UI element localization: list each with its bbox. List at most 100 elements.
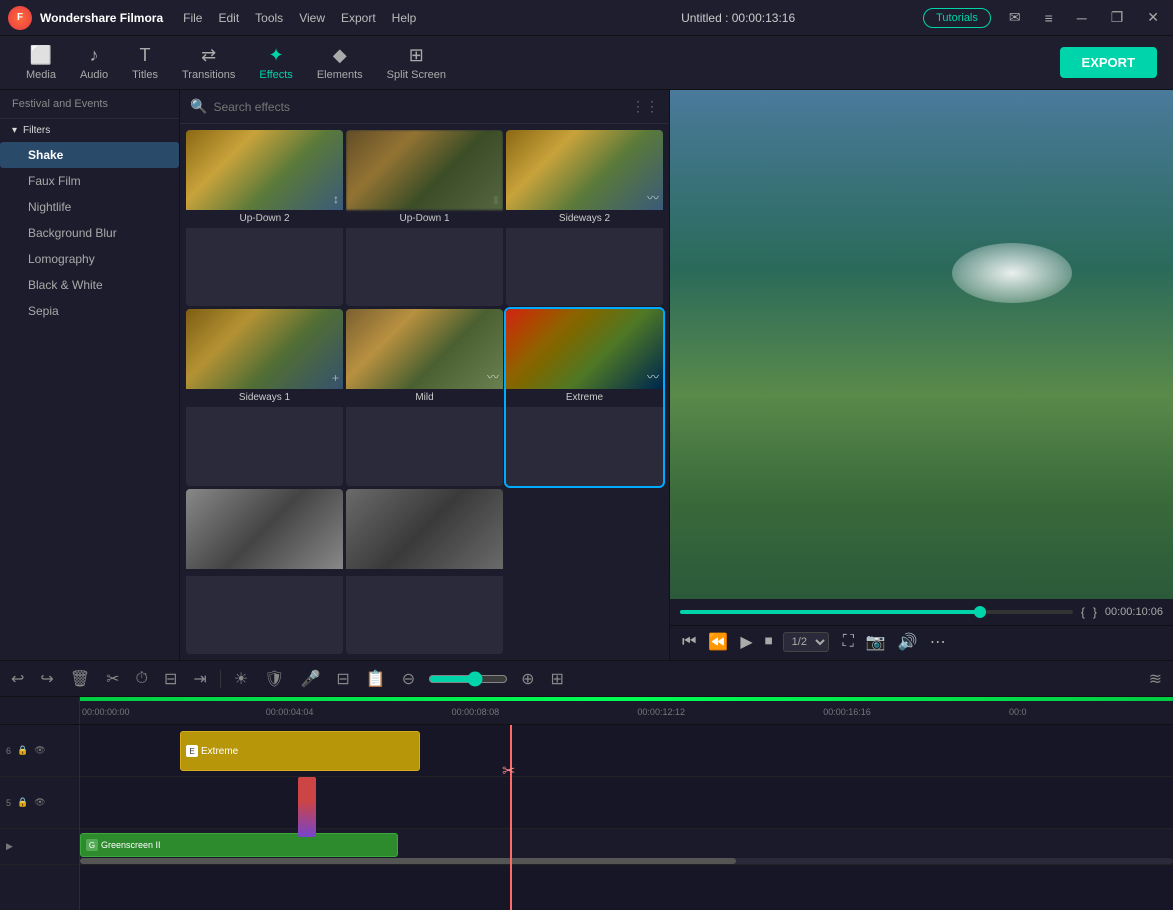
track-5-lock[interactable]: 🔒 xyxy=(17,797,28,808)
track-6-eye[interactable]: 👁 xyxy=(34,745,45,756)
sidebar-item-lomography[interactable]: Lomography xyxy=(0,246,179,272)
timeline-ruler: 00:00:00:00 00:00:04:04 00:00:08:08 00:0… xyxy=(80,697,1173,724)
effect-updown2[interactable]: ↕ Up-Down 2 xyxy=(186,130,343,306)
menu-view[interactable]: View xyxy=(299,11,325,25)
toolbar-audio-label: Audio xyxy=(80,69,108,81)
track-5-eye[interactable]: 👁 xyxy=(34,797,45,808)
stop-button[interactable]: ⏹ xyxy=(763,631,775,653)
screenshot-button[interactable]: 📷 xyxy=(864,630,888,654)
mic-icon[interactable]: 🎤 xyxy=(297,666,323,692)
menu-file[interactable]: File xyxy=(183,11,202,25)
minus-icon[interactable]: ⊖ xyxy=(399,666,418,692)
festival-events-section[interactable]: Festival and Events xyxy=(0,90,179,119)
sidebar-item-background-blur[interactable]: Background Blur xyxy=(0,220,179,246)
sidebar-item-sepia[interactable]: Sepia xyxy=(0,298,179,324)
undo-button[interactable]: ↩ xyxy=(8,666,27,692)
effect-extra1[interactable] xyxy=(186,489,343,654)
track-label-6: 6 🔒 👁 xyxy=(0,725,79,777)
quality-select[interactable]: 1/2 xyxy=(783,632,829,652)
mail-icon[interactable]: ✉ xyxy=(1003,7,1027,28)
preview-panel: { } 00:00:10:06 ⏮ ⏪ ▶ ⏹ 1/2 ⛶ 📷 🔊 ⋯ xyxy=(670,90,1173,660)
effect-sideways1[interactable]: + Sideways 1 xyxy=(186,309,343,485)
preview-cloud xyxy=(952,243,1072,303)
sidebar-item-faux-film[interactable]: Faux Film xyxy=(0,168,179,194)
ruler-label-5: 00:0 xyxy=(1009,707,1027,717)
layers-icon[interactable]: 📋 xyxy=(363,666,389,692)
hamburger-icon[interactable]: ≡ xyxy=(1039,8,1059,28)
delete-button[interactable]: 🗑 xyxy=(67,666,93,692)
toolbar-titles[interactable]: T Titles xyxy=(122,41,168,85)
toolbar-transitions[interactable]: ⇄ Transitions xyxy=(172,41,245,85)
track-label-5: 5 🔒 👁 xyxy=(0,777,79,829)
sepia-label: Sepia xyxy=(28,304,59,318)
toolbar-effects[interactable]: ✦ Effects xyxy=(249,41,302,85)
sidebar-item-nightlife[interactable]: Nightlife xyxy=(0,194,179,220)
fit-icon[interactable]: ⊞ xyxy=(548,666,567,692)
cut-button[interactable]: ✂ xyxy=(103,666,122,692)
transitions-icon: ⇄ xyxy=(201,45,216,66)
adjustments-button[interactable]: ⊟ xyxy=(161,666,180,692)
effect-extra2[interactable] xyxy=(346,489,503,654)
clip-green-label: Greenscreen II xyxy=(101,840,161,850)
shake-label: Shake xyxy=(28,148,63,162)
toolbar-elements[interactable]: ◆ Elements xyxy=(307,41,373,85)
effect-extra2-label xyxy=(346,569,503,576)
grid-view-icon[interactable]: ⋮⋮ xyxy=(631,98,659,115)
clip-green[interactable]: G Greenscreen II xyxy=(80,833,398,857)
effect-mild[interactable]: 〰 Mild xyxy=(346,309,503,485)
window-controls: Tutorials ✉ ≡ ─ ❐ ✕ xyxy=(923,7,1165,28)
effect-updown1-label: Up-Down 1 xyxy=(346,210,503,228)
zoom-slider[interactable] xyxy=(428,671,508,687)
clip-extreme[interactable]: E Extreme xyxy=(180,731,420,771)
close-button[interactable]: ✕ xyxy=(1141,7,1165,28)
ripple-button[interactable]: ⇥ xyxy=(190,666,209,692)
toolbar-titles-label: Titles xyxy=(132,69,158,81)
media-icon: ⬜ xyxy=(30,45,52,66)
caption-icon[interactable]: ⊟ xyxy=(333,666,352,692)
plus-icon[interactable]: ⊕ xyxy=(518,666,537,692)
step-back-button[interactable]: ⏮ xyxy=(680,631,698,653)
effect-sideways2[interactable]: 〰 Sideways 2 xyxy=(506,130,663,306)
shield-icon[interactable]: 🛡 xyxy=(261,666,287,692)
menu-help[interactable]: Help xyxy=(392,11,417,25)
ruler-label-3: 00:00:12:12 xyxy=(637,707,685,717)
playhead-line xyxy=(510,725,512,910)
redo-button[interactable]: ↪ xyxy=(37,666,56,692)
sun-icon[interactable]: ☀ xyxy=(231,666,251,692)
ruler-label-0: 00:00:00:00 xyxy=(82,707,130,717)
menu-export[interactable]: Export xyxy=(341,11,376,25)
fullscreen-button[interactable]: ⛶ xyxy=(841,631,856,653)
preview-progress-thumb[interactable] xyxy=(974,606,986,618)
search-input[interactable] xyxy=(213,100,625,114)
sidebar-item-shake[interactable]: Shake xyxy=(0,142,179,168)
effect-updown1[interactable]: ↕ Up-Down 1 xyxy=(346,130,503,306)
effect-extra1-label xyxy=(186,569,343,576)
restore-button[interactable]: ❐ xyxy=(1105,7,1130,28)
toolbar-splitscreen[interactable]: ⊞ Split Screen xyxy=(377,41,456,85)
waveform-icon[interactable]: ≋ xyxy=(1146,666,1165,692)
minimize-button[interactable]: ─ xyxy=(1071,8,1093,28)
bracket-end[interactable]: } xyxy=(1093,605,1097,619)
menu-tools[interactable]: Tools xyxy=(255,11,283,25)
menu-edit[interactable]: Edit xyxy=(218,11,239,25)
filters-chevron: ▾ xyxy=(12,125,17,136)
play-back-button[interactable]: ⏪ xyxy=(706,630,730,654)
sidebar-item-black-white[interactable]: Black & White xyxy=(0,272,179,298)
effect-extreme[interactable]: 〰 Extreme xyxy=(506,309,663,485)
track-6-lock[interactable]: 🔒 xyxy=(17,745,28,756)
tutorials-button[interactable]: Tutorials xyxy=(923,8,991,28)
clip-green-icon: G xyxy=(86,839,98,851)
settings-button[interactable]: ⋯ xyxy=(928,630,948,654)
toolbar-media[interactable]: ⬜ Media xyxy=(16,41,66,85)
copy-button[interactable]: ⏱ xyxy=(133,667,151,691)
green-scrollbar-thumb[interactable] xyxy=(80,858,736,864)
volume-button[interactable]: 🔊 xyxy=(896,630,920,654)
play-button[interactable]: ▶ xyxy=(738,630,754,654)
export-button[interactable]: EXPORT xyxy=(1060,47,1157,78)
bracket-start[interactable]: { xyxy=(1081,605,1085,619)
filters-header[interactable]: ▾ Filters xyxy=(0,119,179,142)
preview-progress-bar[interactable] xyxy=(680,610,1073,614)
timeline-row-main: G Greenscreen II xyxy=(80,829,1173,865)
clip-purple xyxy=(298,777,316,837)
toolbar-audio[interactable]: ♪ Audio xyxy=(70,41,118,85)
